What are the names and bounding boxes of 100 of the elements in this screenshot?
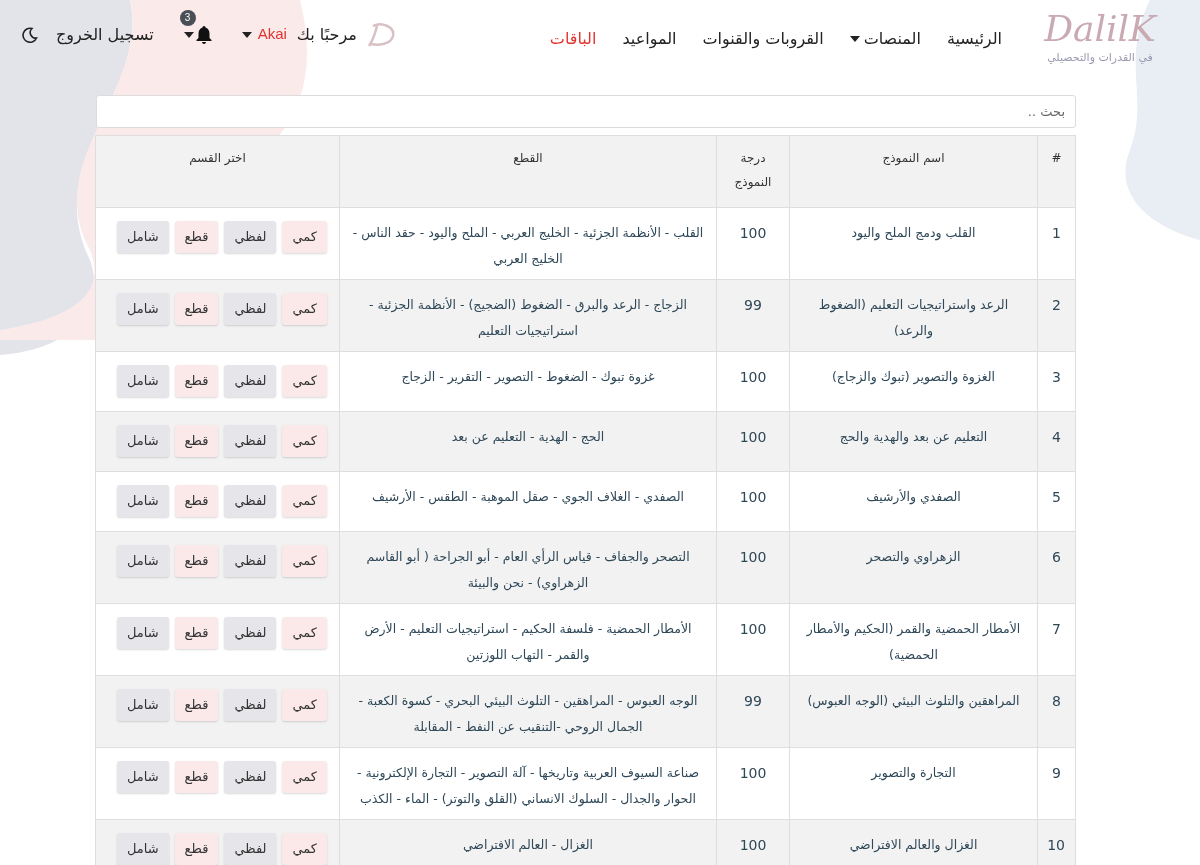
- column-header: اسم النموذج: [882, 151, 945, 165]
- section-button[interactable]: كمي: [282, 365, 327, 397]
- nav-link[interactable]: الباقات: [549, 26, 597, 51]
- section-button[interactable]: لفظي: [224, 689, 277, 721]
- search-field[interactable]: بحث ..: [96, 95, 1076, 128]
- section-button[interactable]: قطع: [174, 293, 219, 325]
- model-score: 100: [739, 369, 767, 385]
- row-number: 3: [1052, 369, 1061, 385]
- row-number: 10: [1047, 837, 1065, 853]
- model-name: الأمطار الحمضية والقمر (الحكيم والأمطار الحمضية): [806, 621, 1021, 662]
- pieces-list: الأمطار الحمضية - فلسفة الحكيم - استراتيجيات التعليم - الأرض والقمر - التهاب اللوزتين: [364, 621, 692, 662]
- pieces-list: الوجه العبوس - المراهقين - التلوث البيئي البحري - كسوة الكعبة - الجمال الروحي -التنقيب عن النفط - المقابلة: [358, 693, 698, 734]
- section-button[interactable]: شامل: [116, 365, 169, 397]
- user-menu[interactable]: Akai: [241, 23, 287, 46]
- model-name: الصفدي والأرشيف: [866, 489, 961, 504]
- notifications-button[interactable]: [181, 25, 214, 44]
- caret-icon: [183, 31, 194, 38]
- pieces-list: الصفدي - الغلاف الجوي - صقل الموهبة - الطقس - الأرشيف: [372, 489, 684, 504]
- pieces-list: غزوة تبوك - الضغوط - التصوير - التقرير - الزجاج: [401, 369, 655, 384]
- section-button[interactable]: شامل: [116, 425, 169, 457]
- greeting-text: مرحبًا بك: [296, 23, 357, 47]
- pieces-list: الحج - الهدية - التعليم عن بعد: [451, 429, 605, 444]
- model-name: القلب ودمج الملح واليود: [851, 225, 976, 240]
- column-header: القطع: [513, 151, 543, 165]
- section-button[interactable]: كمي: [282, 833, 327, 865]
- logout-link[interactable]: تسجيل الخروج: [56, 22, 154, 47]
- section-button[interactable]: كمي: [282, 485, 327, 517]
- row-number: 9: [1052, 765, 1061, 781]
- logo-icon: [366, 21, 397, 48]
- pieces-list: التصحر والجفاف - قياس الرأي العام - أبو الجراحة ( أبو القاسم الزهراوي) - نحن والبيئة: [366, 549, 690, 590]
- section-button[interactable]: لفظي: [224, 425, 277, 457]
- section-button[interactable]: شامل: [116, 221, 169, 253]
- model-name: المراهقين والتلوث البيئي (الوجه العبوس): [807, 693, 1020, 708]
- column-header: #: [1051, 151, 1062, 165]
- section-button[interactable]: قطع: [174, 545, 219, 577]
- section-button[interactable]: لفظي: [224, 761, 277, 793]
- section-button[interactable]: شامل: [116, 617, 169, 649]
- column-header: اختر القسم: [189, 151, 246, 165]
- model-score: 100: [739, 225, 767, 241]
- model-score: 100: [739, 549, 767, 565]
- nav-link[interactable]: القروبات والقنوات: [702, 26, 824, 51]
- model-score: 100: [739, 837, 767, 853]
- pieces-list: القلب - الأنظمة الجزئية - الخليج العربي - الملح واليود - حقد الناس - الخليج العربي: [352, 225, 704, 266]
- model-score: 99: [744, 297, 762, 313]
- model-score: 100: [739, 429, 767, 445]
- pieces-list: الزجاج - الرعد والبرق - الضغوط (الضجيج) - الأنظمة الجزئية - استراتيجيات التعليم: [369, 297, 687, 338]
- section-button[interactable]: شامل: [116, 485, 169, 517]
- section-button[interactable]: قطع: [174, 617, 219, 649]
- section-button[interactable]: لفظي: [224, 221, 277, 253]
- nav-link[interactable]: المنصات: [849, 26, 921, 51]
- model-score: 100: [739, 489, 767, 505]
- model-name: التعليم عن بعد والهدية والحج: [839, 429, 988, 444]
- row-number: 4: [1052, 429, 1061, 445]
- nav-link[interactable]: المواعيد: [622, 26, 677, 51]
- moon-icon[interactable]: [22, 26, 38, 43]
- nav-link[interactable]: الرئيسية: [946, 26, 1002, 51]
- section-button[interactable]: كمي: [282, 617, 327, 649]
- section-button[interactable]: لفظي: [224, 365, 277, 397]
- row-number: 7: [1052, 621, 1061, 637]
- model-name: التجارة والتصوير: [871, 765, 956, 780]
- row-number: 1: [1052, 225, 1061, 241]
- section-button[interactable]: قطع: [174, 689, 219, 721]
- section-button[interactable]: كمي: [282, 545, 327, 577]
- row-number: 8: [1052, 693, 1061, 709]
- model-name: الزهراوي والتصحر: [866, 549, 961, 564]
- section-button[interactable]: شامل: [116, 689, 169, 721]
- section-button[interactable]: لفظي: [224, 293, 277, 325]
- section-button[interactable]: كمي: [282, 293, 327, 325]
- model-name: الغزوة والتصوير (تبوك والزجاج): [831, 369, 996, 384]
- model-score: 100: [739, 765, 767, 781]
- section-button[interactable]: قطع: [174, 425, 219, 457]
- caret-icon: [241, 31, 252, 38]
- section-button[interactable]: شامل: [116, 761, 169, 793]
- pieces-list: صناعة السيوف العربية وتاريخها - آلة التصوير - التجارة الإلكترونية - الحوار والجدال - السلوك الانساني (القلق والتوتر) - الماء - الكذب: [356, 765, 700, 806]
- section-button[interactable]: قطع: [174, 833, 219, 865]
- section-button[interactable]: لفظي: [224, 617, 277, 649]
- model-score: 99: [744, 693, 762, 709]
- section-button[interactable]: كمي: [282, 761, 327, 793]
- logo-tagline: في القدرات والتحصيلي: [1047, 50, 1153, 67]
- row-number: 5: [1052, 489, 1061, 505]
- row-number: 6: [1052, 549, 1061, 565]
- column-header: درجة النموذج: [733, 150, 773, 191]
- section-button[interactable]: قطع: [174, 761, 219, 793]
- section-button[interactable]: كمي: [282, 425, 327, 457]
- pieces-list: الغزال - العالم الافتراضي: [462, 837, 594, 852]
- bell-icon: [195, 25, 212, 44]
- section-button[interactable]: قطع: [174, 221, 219, 253]
- section-button[interactable]: لفظي: [224, 545, 277, 577]
- section-button[interactable]: شامل: [116, 293, 169, 325]
- section-button[interactable]: شامل: [116, 833, 169, 865]
- section-button[interactable]: لفظي: [224, 485, 277, 517]
- model-name: الرعد واستراتيجيات التعليم (الضغوط والرعد): [818, 297, 1009, 338]
- section-button[interactable]: قطع: [174, 485, 219, 517]
- section-button[interactable]: لفظي: [224, 833, 277, 865]
- section-button[interactable]: شامل: [116, 545, 169, 577]
- section-button[interactable]: كمي: [282, 689, 327, 721]
- model-score: 100: [739, 621, 767, 637]
- section-button[interactable]: قطع: [174, 365, 219, 397]
- section-button[interactable]: كمي: [282, 221, 327, 253]
- row-number: 2: [1052, 297, 1061, 313]
